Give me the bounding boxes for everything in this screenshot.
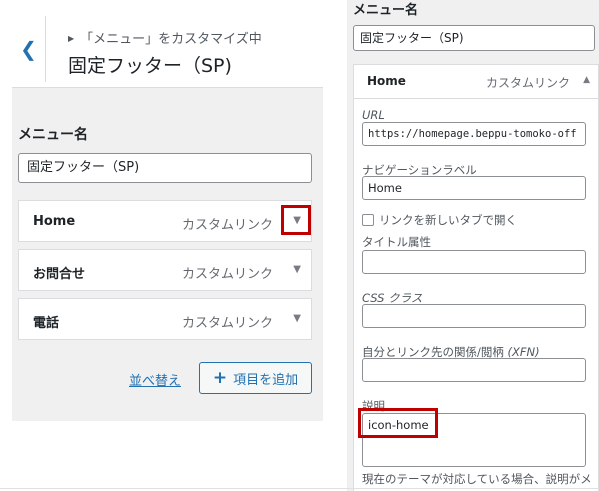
css-classes-input[interactable] xyxy=(362,304,586,328)
menu-item-title: Home xyxy=(367,74,406,88)
plus-icon: + xyxy=(212,368,228,388)
title-attribute-input[interactable] xyxy=(362,250,586,274)
open-new-tab-option[interactable]: リンクを新しいタブで開く xyxy=(362,212,517,228)
highlight-box xyxy=(358,408,438,438)
add-items-label: 項目を追加 xyxy=(233,372,299,388)
menu-item-phone[interactable]: 電話 カスタムリンク ▼ xyxy=(18,298,312,340)
menu-item-settings: Home カスタムリンク ▲ URL https://homepage.bepp… xyxy=(353,64,599,491)
section-header: ❮ ▶ 「メニュー」をカスタマイズ中 固定フッター（SP) xyxy=(12,16,323,88)
chevron-left-icon: ❮ xyxy=(20,37,37,61)
section-title: 固定フッター（SP) xyxy=(68,55,232,77)
navigation-label-input[interactable]: Home xyxy=(362,176,586,200)
divider xyxy=(0,488,599,489)
menu-item-home[interactable]: Home カスタムリンク ▼ xyxy=(18,200,312,242)
reorder-link[interactable]: 並べ替え xyxy=(129,370,181,389)
menu-name-label: メニュー名 xyxy=(353,3,419,18)
url-input[interactable]: https://homepage.beppu-tomoko-off xyxy=(362,122,586,146)
customizer-right-panel: メニュー名 固定フッター（SP) Home カスタムリンク ▲ URL http… xyxy=(347,0,599,491)
title-attribute-label: タイトル属性 xyxy=(362,235,431,249)
triangle-right-icon: ▶ xyxy=(68,34,75,43)
add-items-button[interactable]: + 項目を追加 xyxy=(199,362,312,394)
url-label: URL xyxy=(362,108,385,122)
back-button[interactable]: ❮ xyxy=(12,16,46,82)
menu-item-header[interactable]: Home カスタムリンク ▲ xyxy=(354,65,599,99)
menu-item-title: 電話 xyxy=(33,316,60,331)
customizer-left-panel: ❮ ▶ 「メニュー」をカスタマイズ中 固定フッター（SP) メニュー名 固定フッタ… xyxy=(0,0,323,491)
menu-name-input[interactable]: 固定フッター（SP) xyxy=(353,25,595,51)
menu-item-type: カスタムリンク xyxy=(485,76,570,90)
menu-item-type: カスタムリンク xyxy=(181,218,273,233)
menu-editor: メニュー名 固定フッター（SP) Home カスタムリンク ▼ お問合せ カスタ… xyxy=(12,88,323,421)
menu-item-title: お問合せ xyxy=(33,267,86,282)
menu-item-type: カスタムリンク xyxy=(181,316,273,331)
menu-name-input[interactable]: 固定フッター（SP) xyxy=(18,153,312,183)
menu-item-title: Home xyxy=(33,214,76,229)
triangle-up-icon[interactable]: ▲ xyxy=(583,75,590,85)
triangle-down-icon[interactable]: ▼ xyxy=(293,313,301,324)
breadcrumb: ▶ 「メニュー」をカスタマイズ中 xyxy=(68,32,262,47)
menu-name-label: メニュー名 xyxy=(18,127,88,143)
description-help-text: 現在のテーマが対応している場合、説明がメ xyxy=(362,472,592,486)
triangle-down-icon[interactable]: ▼ xyxy=(293,264,301,275)
xfn-input[interactable] xyxy=(362,358,586,382)
open-new-tab-label: リンクを新しいタブで開く xyxy=(379,213,517,227)
open-new-tab-checkbox[interactable] xyxy=(362,214,374,226)
menu-item-contact[interactable]: お問合せ カスタムリンク ▼ xyxy=(18,249,312,291)
menu-item-type: カスタムリンク xyxy=(181,267,273,282)
highlight-box xyxy=(281,205,311,235)
